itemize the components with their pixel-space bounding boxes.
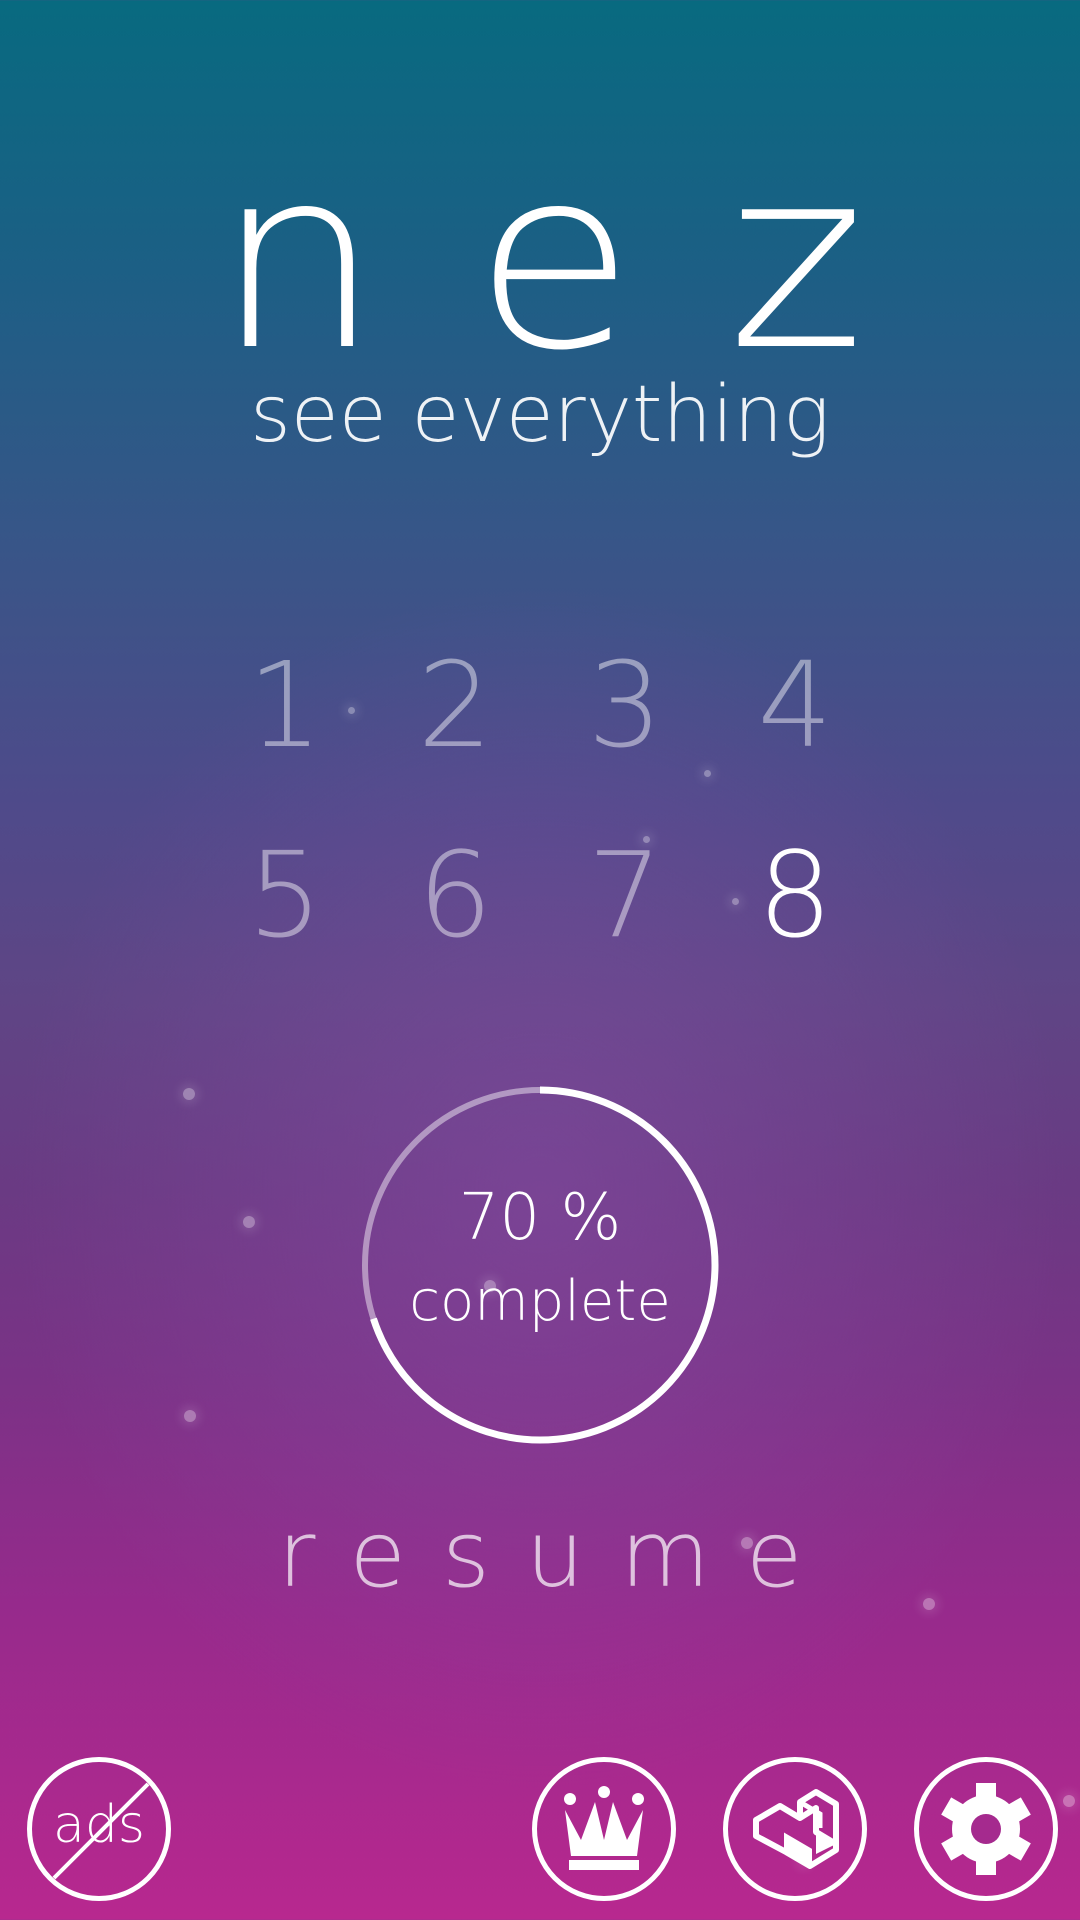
particle — [184, 1410, 196, 1422]
crown-icon — [564, 1786, 644, 1870]
level-grid: 1 2 3 4 5 6 7 8 — [200, 640, 880, 1020]
remove-ads-button[interactable]: ads — [27, 1757, 171, 1901]
level-button-2[interactable]: 2 — [370, 640, 540, 830]
level-button-6[interactable]: 6 — [370, 830, 540, 1020]
app-tagline: see everything — [250, 370, 830, 460]
progress-label: complete — [409, 1269, 671, 1334]
leaderboard-button[interactable] — [532, 1757, 676, 1901]
level-button-5[interactable]: 5 — [200, 830, 370, 1020]
settings-button[interactable] — [914, 1757, 1058, 1901]
level-button-7[interactable]: 7 — [540, 830, 710, 1020]
progress-text: 70 % complete — [360, 1177, 720, 1345]
app-logo-title: nez — [214, 114, 958, 405]
level-button-4[interactable]: 4 — [710, 640, 880, 830]
progress-ring: 70 % complete — [360, 1085, 720, 1445]
resume-button[interactable]: resume — [0, 1500, 1080, 1610]
particle — [243, 1216, 255, 1228]
progress-percent: 70 % — [458, 1181, 622, 1255]
level-button-3[interactable]: 3 — [540, 640, 710, 830]
particle — [183, 1088, 195, 1100]
particle — [1063, 1795, 1075, 1807]
isometric-block-icon — [753, 1789, 839, 1869]
gear-icon — [941, 1783, 1031, 1875]
level-button-1[interactable]: 1 — [200, 640, 370, 830]
no-ads-icon — [52, 1782, 150, 1880]
level-editor-button[interactable] — [723, 1757, 867, 1901]
level-button-8[interactable]: 8 — [710, 830, 880, 1020]
